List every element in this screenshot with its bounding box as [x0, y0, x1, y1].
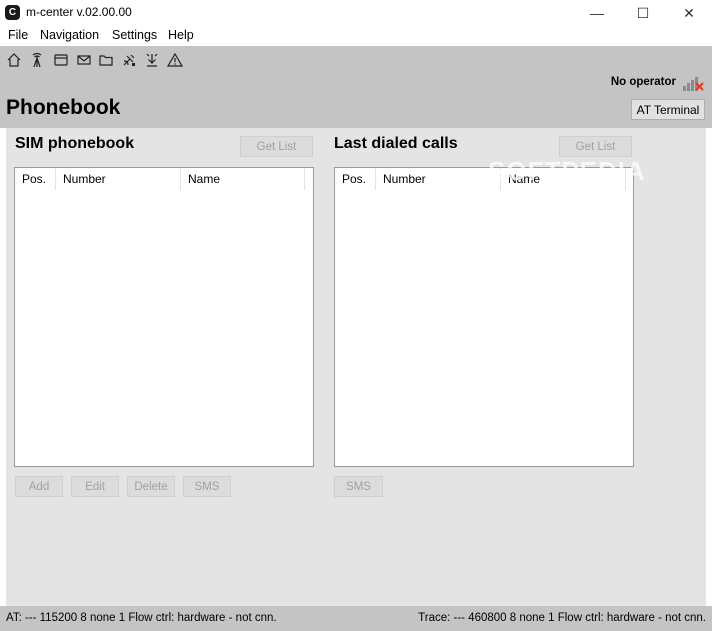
maximize-button[interactable]: ☐ [620, 0, 666, 26]
watermark: SOFTPEDIA [488, 156, 646, 186]
app-icon: C [5, 5, 20, 20]
download-icon[interactable] [144, 52, 160, 68]
home-icon[interactable] [6, 52, 22, 68]
edit-button[interactable]: Edit [71, 476, 119, 497]
at-status: AT: --- 115200 8 none 1 Flow ctrl: hardw… [6, 612, 277, 624]
sim-sms-button[interactable]: SMS [183, 476, 231, 497]
last-dialed-list[interactable]: Pos. Number Name [334, 167, 634, 467]
trace-status: Trace: --- 460800 8 none 1 Flow ctrl: ha… [418, 612, 706, 624]
content-panel: SIM phonebook Get List Pos. Number Name … [6, 128, 706, 606]
column-pos[interactable]: Pos. [15, 168, 56, 190]
satellite-icon[interactable] [121, 52, 137, 68]
column-number[interactable]: Number [376, 168, 501, 190]
at-terminal-button[interactable]: AT Terminal [631, 99, 705, 120]
window-title: m-center v.02.00.00 [26, 5, 132, 19]
last-dialed-get-list-button[interactable]: Get List [559, 136, 632, 157]
minimize-button[interactable]: — [574, 0, 620, 26]
add-button[interactable]: Add [15, 476, 63, 497]
status-bar: AT: --- 115200 8 none 1 Flow ctrl: hardw… [0, 606, 712, 631]
page-title: Phonebook [6, 96, 121, 119]
column-name[interactable]: Name [181, 168, 305, 190]
close-button[interactable]: ✕ [666, 0, 712, 26]
folder-icon[interactable] [98, 52, 114, 68]
column-pos[interactable]: Pos. [335, 168, 376, 190]
antenna-icon[interactable] [29, 52, 45, 68]
last-dialed-title: Last dialed calls [334, 135, 458, 152]
warning-icon[interactable] [167, 52, 183, 68]
sim-get-list-button[interactable]: Get List [240, 136, 313, 157]
window-icon[interactable] [53, 52, 69, 68]
sim-phonebook-list[interactable]: Pos. Number Name [14, 167, 314, 467]
mail-icon[interactable] [76, 52, 92, 68]
signal-no-service-icon [683, 77, 704, 91]
sim-phonebook-title: SIM phonebook [15, 135, 135, 152]
column-number[interactable]: Number [56, 168, 181, 190]
operator-status: No operator [610, 76, 676, 88]
menu-navigation[interactable]: Navigation [40, 28, 99, 42]
menu-bar: File Navigation Settings Help [0, 26, 712, 46]
menu-file[interactable]: File [8, 28, 28, 42]
last-dialed-sms-button[interactable]: SMS [334, 476, 383, 497]
delete-button[interactable]: Delete [127, 476, 175, 497]
title-bar: C m-center v.02.00.00 — ☐ ✕ [0, 0, 712, 26]
toolbar-area: No operator Phonebook AT Terminal [0, 46, 712, 128]
menu-settings[interactable]: Settings [112, 28, 157, 42]
menu-help[interactable]: Help [168, 28, 194, 42]
